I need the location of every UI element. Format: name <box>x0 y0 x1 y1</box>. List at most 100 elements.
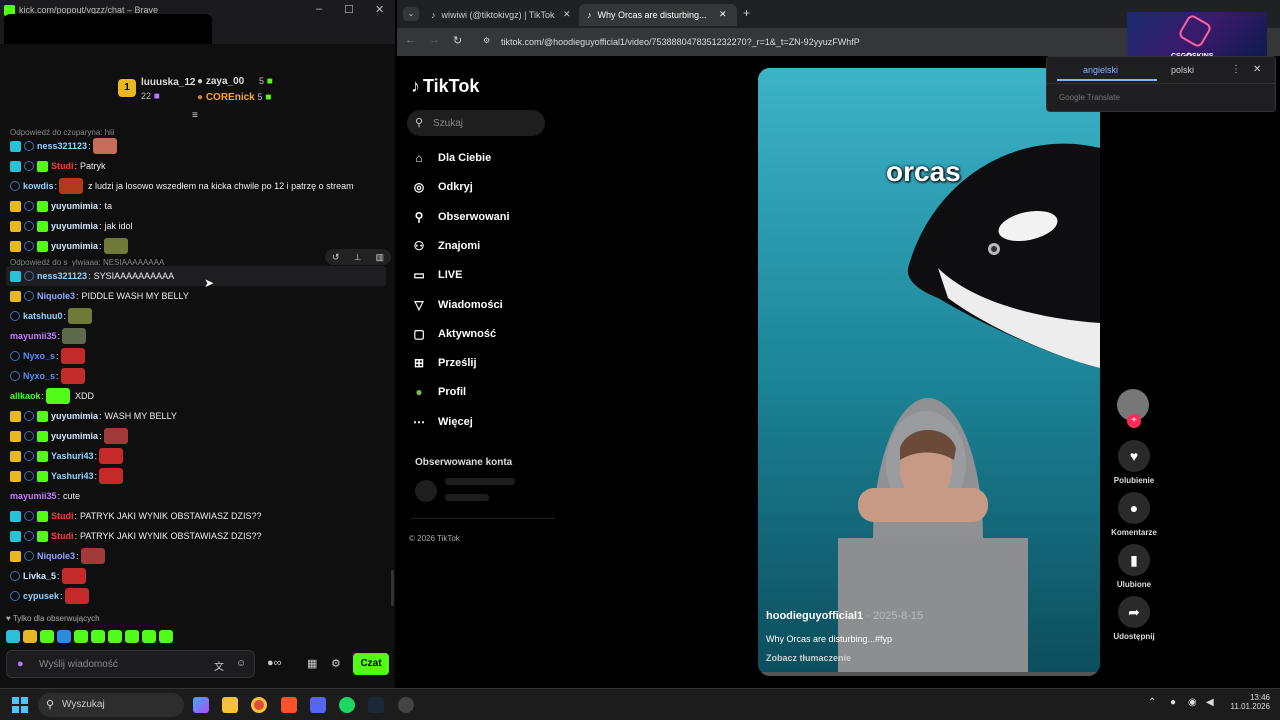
microphone-icon[interactable]: ● <box>1170 697 1176 708</box>
translate-icon[interactable]: 文 <box>214 658 224 673</box>
collapse-icon[interactable]: ≡ <box>192 110 198 121</box>
ulubione-action[interactable]: ▮ Ulubione <box>1117 544 1151 589</box>
chat-message[interactable]: yuyumimia: jak idol <box>10 216 390 236</box>
nav-item-wiadomości[interactable]: ▽ Wiadomości <box>411 297 502 313</box>
reload-icon[interactable]: ↻ <box>453 34 462 47</box>
chat-message[interactable]: mayumii35: cute <box>10 486 390 506</box>
chat-message[interactable]: Yashuri43: <box>10 466 390 486</box>
chat-message[interactable]: Nyxo_s: <box>10 366 390 386</box>
tab-close-icon[interactable]: ✕ <box>563 9 571 20</box>
follow-plus-icon[interactable]: + <box>1127 414 1141 428</box>
video-author[interactable]: hoodieguyofficial1 · 2025-8-15 <box>766 610 923 622</box>
nav-item-znajomi[interactable]: ⚇ Znajomi <box>411 238 481 254</box>
delete-icon[interactable]: ▥ <box>375 252 384 263</box>
chat-username[interactable]: Yashuri43 <box>51 471 94 481</box>
chat-username[interactable]: yuyumimia <box>51 411 98 421</box>
clock[interactable]: 13:46 11.01.2026 <box>1228 693 1270 711</box>
leader-name[interactable]: COREnick <box>206 92 255 103</box>
chat-username[interactable]: yuyumimia <box>51 221 98 231</box>
app-icon[interactable] <box>398 697 414 713</box>
chat-username[interactable]: Yashuri43 <box>51 451 94 461</box>
chat-username[interactable]: Livka_5 <box>23 571 56 581</box>
network-icon[interactable]: ◉ <box>1188 697 1197 708</box>
store-icon[interactable]: ▦ <box>307 657 317 670</box>
emote-icon[interactable] <box>108 630 122 643</box>
emote-icon[interactable] <box>57 630 71 643</box>
chat-username[interactable]: yuyumimia <box>51 431 98 441</box>
new-tab-icon[interactable]: + <box>743 6 750 20</box>
chat-message[interactable]: Studi: PATRYK JAKI WYNIK OBSTAWIASZ DZIS?… <box>10 506 390 526</box>
tray-chevron-icon[interactable]: ⌃ <box>1148 697 1156 708</box>
see-translation-link[interactable]: Zobacz tłumaczenie <box>766 653 851 663</box>
copilot-icon[interactable] <box>193 697 209 713</box>
chat-username[interactable]: yuyumimia <box>51 201 98 211</box>
emote-icon[interactable] <box>40 630 54 643</box>
chat-message[interactable]: Studi: PATRYK JAKI WYNIK OBSTAWIASZ DZIS?… <box>10 526 390 546</box>
chat-username[interactable]: mayumii35 <box>10 491 57 501</box>
emote-icon[interactable] <box>91 630 105 643</box>
chat-message[interactable]: Niquole3: PIDDLE WASH MY BELLY <box>10 286 390 306</box>
back-icon[interactable]: ← <box>405 34 416 46</box>
close-icon[interactable]: ✕ <box>375 3 384 16</box>
chat-message[interactable]: ness321123: SYSIAAAAAAAAAA <box>6 266 386 286</box>
chat-message[interactable]: mayumii35: <box>10 326 390 346</box>
tab-orcas-video[interactable]: ♪ Why Orcas are disturbing... ✕ <box>579 4 737 26</box>
emote-icon[interactable] <box>23 630 37 643</box>
nav-item-odkryj[interactable]: ◎ Odkryj <box>411 179 473 195</box>
komentarze-action[interactable]: ● Komentarze <box>1111 492 1157 537</box>
chat-username[interactable]: Nyxo_s <box>23 371 55 381</box>
chat-username[interactable]: allkaok <box>10 391 41 401</box>
nav-item-profil[interactable]: ● Profil <box>411 384 466 400</box>
chrome-icon[interactable] <box>251 697 267 713</box>
nav-item-prześlij[interactable]: ⊞ Prześlij <box>411 355 477 371</box>
minimize-icon[interactable]: – <box>316 3 322 15</box>
video-progress-bar[interactable] <box>758 672 1100 676</box>
chat-username[interactable]: Nyxo_s <box>23 351 55 361</box>
chat-username[interactable]: mayumii35 <box>10 331 57 341</box>
leader-name[interactable]: zaya_00 <box>206 76 244 87</box>
emote-icon[interactable] <box>74 630 88 643</box>
chat-message[interactable]: Livka_5: <box>10 566 390 586</box>
emote-icon[interactable] <box>159 630 173 643</box>
menu-icon[interactable]: ⋮ <box>1231 64 1241 75</box>
spotify-icon[interactable] <box>339 697 355 713</box>
steam-icon[interactable] <box>368 697 384 713</box>
chat-username[interactable]: cypusek <box>23 591 59 601</box>
maximize-icon[interactable]: ☐ <box>344 3 354 16</box>
emoji-icon[interactable]: ☺ <box>236 658 246 669</box>
chat-username[interactable]: Niquole3 <box>37 551 75 561</box>
tab-list-icon[interactable]: ⌄ <box>403 7 419 21</box>
chat-message[interactable]: yuyumimia: <box>10 426 390 446</box>
send-chat-button[interactable]: Czat <box>353 653 389 675</box>
chat-message[interactable]: katshuu0: <box>10 306 390 326</box>
translate-tab-target[interactable]: polski <box>1171 65 1194 75</box>
file-explorer-icon[interactable] <box>222 697 238 713</box>
chat-message[interactable]: cypusek: <box>10 586 390 606</box>
close-icon[interactable]: ✕ <box>1253 64 1261 75</box>
chat-username[interactable]: Niquole3 <box>37 291 75 301</box>
chat-username[interactable]: Studi <box>51 531 74 541</box>
tiktok-logo[interactable]: ♪ TikTok <box>411 76 479 97</box>
chat-username[interactable]: ness321123 <box>37 141 87 151</box>
discord-icon[interactable] <box>310 697 326 713</box>
taskbar-search[interactable]: ⚲ Wyszukaj <box>38 693 184 717</box>
points-icon[interactable]: ●∞ <box>267 657 282 669</box>
udostępnij-action[interactable]: ➦ Udostępnij <box>1113 596 1155 641</box>
chat-message[interactable]: allkaok: XDD <box>10 386 390 406</box>
volume-icon[interactable]: ◀ <box>1206 697 1214 708</box>
chat-username[interactable]: katshuu0 <box>23 311 63 321</box>
nav-item-aktywność[interactable]: ▢ Aktywność <box>411 326 496 342</box>
chat-message[interactable]: yuyumimia: ta <box>10 196 390 216</box>
leader-name[interactable]: luuuska_12 <box>141 77 195 88</box>
brave-icon[interactable] <box>281 697 297 713</box>
chat-message[interactable]: Yashuri43: <box>10 446 390 466</box>
search-box[interactable]: ⚲ Szukaj <box>407 110 545 136</box>
chat-message[interactable]: Niquole3: <box>10 546 390 566</box>
chat-username[interactable]: Studi <box>51 161 74 171</box>
pin-icon[interactable]: ⊥ <box>354 252 362 263</box>
video-player[interactable]: orcas hoodieguyofficial1 · 2025-8-15 Why… <box>758 68 1100 676</box>
forward-icon[interactable]: → <box>429 34 440 46</box>
reply-icon[interactable]: ↺ <box>332 252 340 263</box>
ad-banner[interactable]: CSG✪SKINS <box>1127 12 1267 62</box>
chat-message[interactable]: Nyxo_s: <box>10 346 390 366</box>
